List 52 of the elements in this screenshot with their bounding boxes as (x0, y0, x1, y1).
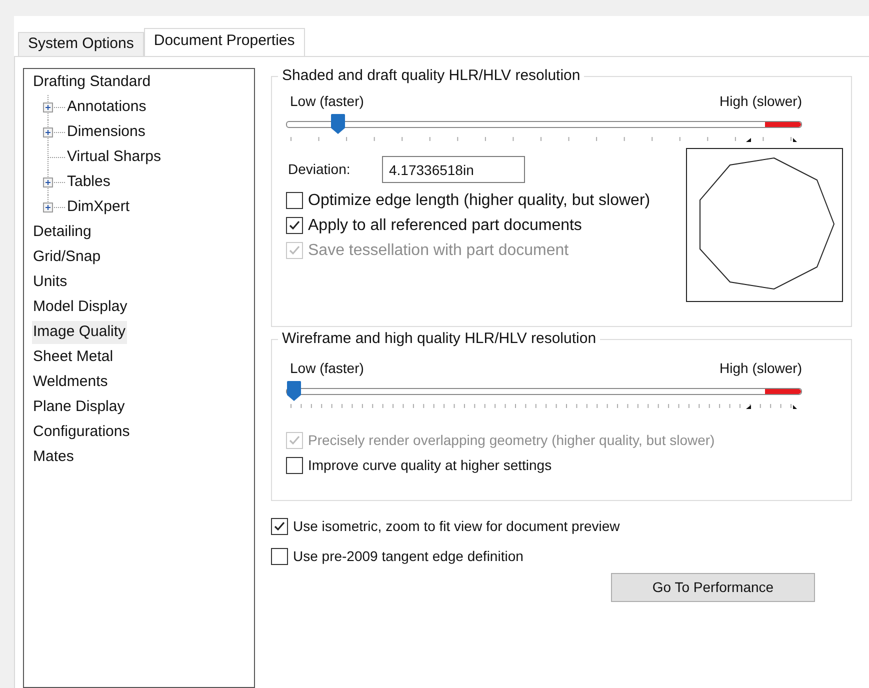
expand-icon[interactable] (42, 120, 66, 145)
low-label: Low (faster) (290, 359, 364, 378)
tree-item[interactable]: Units (32, 271, 68, 294)
high-label: High (slower) (720, 359, 802, 378)
tree-item[interactable]: Sheet Metal (32, 346, 114, 369)
checkbox-label: Use pre-2009 tangent edge definition (293, 546, 524, 566)
high-label: High (slower) (720, 92, 802, 111)
go-to-performance-button[interactable]: Go To Performance (611, 573, 815, 602)
tree-item[interactable]: Annotations (66, 96, 148, 119)
tree-item[interactable]: Dimensions (66, 121, 146, 144)
checkbox-label: Save tessellation with part document (308, 240, 569, 260)
checkmark-icon (288, 434, 301, 447)
high-range-marker (765, 389, 801, 394)
checkbox[interactable] (286, 192, 303, 209)
deviation-label: Deviation: (288, 160, 352, 179)
tree-item[interactable]: DimXpert (66, 196, 131, 219)
checkmark-icon (273, 520, 286, 532)
tree-item[interactable]: Image Quality (32, 321, 127, 344)
tree-item[interactable]: Detailing (32, 221, 92, 244)
tree-item[interactable]: Model Display (32, 296, 128, 319)
checkbox-label: Precisely render overlapping geometry (higher quality, but slower) (308, 431, 715, 450)
checkbox[interactable] (286, 217, 303, 234)
tree-item[interactable]: Plane Display (32, 396, 126, 419)
tree-item[interactable]: Virtual Sharps (66, 146, 162, 169)
checkmark-icon (288, 219, 301, 232)
tab[interactable]: Document Properties (144, 28, 305, 56)
slider-thumb[interactable] (330, 113, 346, 135)
checkbox-label: Improve curve quality at higher settings (308, 456, 552, 475)
high-range-marker (765, 122, 801, 127)
checkbox-label: Optimize edge length (higher quality, but slower) (308, 190, 650, 210)
group-title: Wireframe and high quality HLR/HLV resolution (278, 330, 600, 348)
tab[interactable]: System Options (18, 32, 144, 56)
checkmark-icon (288, 244, 301, 257)
slider-thumb[interactable] (286, 380, 302, 402)
low-label: Low (faster) (290, 92, 364, 111)
tree-item[interactable]: Grid/Snap (32, 246, 102, 269)
tree-item[interactable]: Weldments (32, 371, 109, 394)
checkbox[interactable] (286, 457, 303, 474)
tree-item[interactable]: Tables (66, 171, 112, 194)
checkbox[interactable] (271, 518, 288, 534)
slider[interactable] (286, 113, 802, 135)
checkbox[interactable] (271, 548, 288, 564)
group-title: Shaded and draft quality HLR/HLV resolution (278, 67, 584, 85)
deviation-field[interactable]: 4.17336518in (382, 156, 525, 183)
tree-item[interactable]: Mates (32, 446, 75, 469)
checkbox-label: Apply to all referenced part documents (308, 216, 582, 236)
checkbox-label: Use isometric, zoom to fit view for document preview (293, 516, 620, 536)
expand-icon[interactable] (42, 170, 66, 195)
expand-icon[interactable] (42, 95, 66, 120)
tree-item[interactable]: Configurations (32, 421, 131, 444)
slider[interactable] (286, 380, 802, 402)
tree-item[interactable]: Drafting Standard (32, 71, 152, 94)
